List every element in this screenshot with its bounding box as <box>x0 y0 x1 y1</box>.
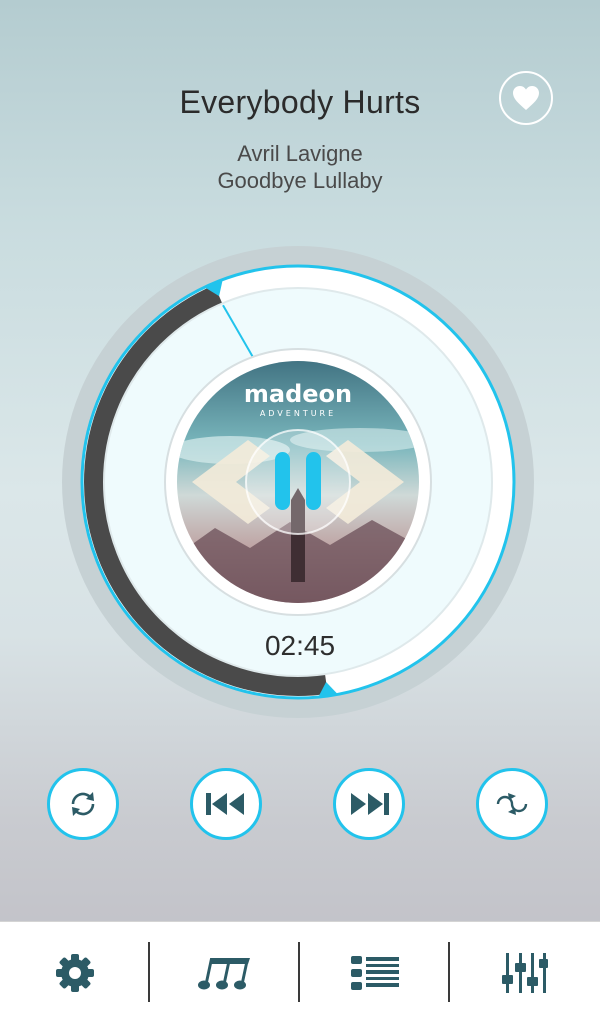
pause-button[interactable] <box>245 429 351 535</box>
skip-back-icon <box>206 793 244 815</box>
gear-icon <box>56 954 94 992</box>
next-button[interactable] <box>333 768 405 840</box>
bottom-tab-bar <box>0 921 600 1024</box>
circular-player: madeon ADVENTURE <box>62 246 534 718</box>
album-art-logo: madeon <box>244 380 352 408</box>
repeat-button[interactable] <box>47 768 119 840</box>
tab-music[interactable] <box>150 922 300 1024</box>
music-notes-icon <box>198 958 250 990</box>
tab-playlist[interactable] <box>300 922 450 1024</box>
repeat-icon <box>71 792 95 816</box>
shuffle-icon <box>496 793 528 815</box>
equalizer-icon <box>502 953 548 993</box>
tab-settings[interactable] <box>0 922 150 1024</box>
album-art-subtitle: ADVENTURE <box>260 409 336 418</box>
shuffle-button[interactable] <box>476 768 548 840</box>
elapsed-time: 02:45 <box>264 630 336 661</box>
previous-button[interactable] <box>190 768 262 840</box>
tab-equalizer[interactable] <box>450 922 600 1024</box>
pause-icon <box>275 452 290 510</box>
list-icon <box>351 956 399 990</box>
skip-forward-icon <box>351 793 389 815</box>
